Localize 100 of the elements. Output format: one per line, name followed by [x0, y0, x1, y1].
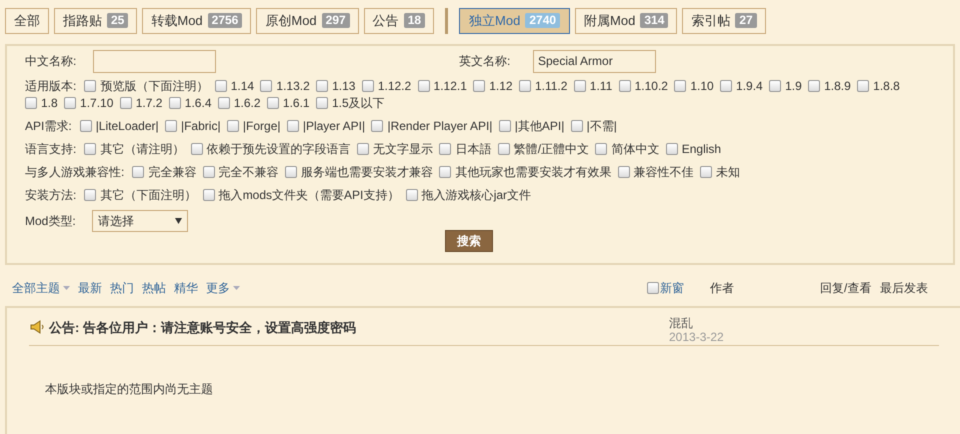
checkbox[interactable]: [439, 143, 452, 155]
checkbox[interactable]: [371, 120, 384, 132]
filter-link[interactable]: 热门: [110, 279, 134, 297]
option-label[interactable]: 1.13: [332, 79, 356, 93]
filter-link[interactable]: 最新: [78, 279, 102, 297]
option-label[interactable]: 繁體/正體中文: [514, 142, 590, 156]
filter-link[interactable]: 全部主题: [12, 279, 70, 297]
option-label[interactable]: 1.12: [489, 79, 513, 93]
option-label[interactable]: 1.6.4: [184, 96, 212, 110]
option-label[interactable]: 1.14: [230, 79, 254, 93]
option-label[interactable]: 完全兼容: [148, 165, 196, 179]
checkbox[interactable]: [218, 97, 230, 109]
checkbox[interactable]: [190, 143, 203, 155]
checkbox[interactable]: [132, 166, 144, 178]
checkbox[interactable]: [720, 80, 732, 92]
checkbox[interactable]: [418, 80, 430, 92]
option-label[interactable]: 预览版（下面注明）: [100, 79, 208, 93]
new-window-link[interactable]: 新窗: [660, 279, 684, 297]
checkbox[interactable]: [674, 80, 686, 92]
checkbox[interactable]: [769, 80, 782, 92]
search-button[interactable]: 搜索: [445, 230, 493, 252]
checkbox[interactable]: [498, 143, 510, 155]
option-label[interactable]: 1.6.1: [282, 96, 310, 110]
checkbox[interactable]: [357, 143, 370, 155]
option-label[interactable]: 其它（下面注明）: [100, 188, 196, 202]
forum-tab[interactable]: 指路贴 25: [54, 8, 138, 34]
option-label[interactable]: 未知: [716, 165, 740, 179]
filter-link[interactable]: 热帖: [142, 279, 166, 297]
checkbox[interactable]: [80, 120, 92, 132]
checkbox[interactable]: [666, 143, 678, 155]
option-label[interactable]: |Render Player API|: [387, 119, 492, 133]
checkbox[interactable]: [362, 80, 374, 92]
option-label[interactable]: 1.13.2: [276, 79, 310, 93]
checkbox[interactable]: [498, 120, 511, 132]
option-label[interactable]: 拖入游戏核心jar文件: [422, 188, 532, 202]
checkbox[interactable]: [857, 80, 870, 92]
option-label[interactable]: 拖入mods文件夹（需要API支持）: [218, 188, 400, 202]
option-label[interactable]: 服务端也需要安装才兼容: [301, 165, 434, 179]
forum-tab[interactable]: 公告 18: [364, 8, 434, 34]
checkbox[interactable]: [164, 120, 177, 132]
option-label[interactable]: |Fabric|: [180, 119, 221, 133]
checkbox[interactable]: [84, 143, 96, 155]
checkbox[interactable]: [25, 97, 37, 109]
forum-tab[interactable]: 转载Mod 2756: [142, 8, 252, 34]
checkbox[interactable]: [202, 166, 215, 178]
forum-tab[interactable]: 附属Mod 314: [575, 8, 678, 34]
option-label[interactable]: 1.12.2: [378, 79, 412, 93]
option-label[interactable]: 1.7.10: [80, 96, 114, 110]
option-label[interactable]: English: [682, 142, 722, 156]
checkbox[interactable]: [84, 80, 96, 92]
option-label[interactable]: 1.6.2: [234, 96, 261, 110]
option-label[interactable]: 1.9.4: [736, 79, 763, 93]
option-label[interactable]: 1.7.2: [136, 96, 162, 110]
mod-type-select[interactable]: 请选择: [92, 210, 188, 232]
checkbox[interactable]: [84, 189, 96, 201]
option-label[interactable]: 1.11: [590, 79, 612, 93]
checkbox[interactable]: [214, 80, 227, 92]
checkbox[interactable]: [120, 97, 132, 109]
option-label[interactable]: 其他玩家也需要安装才有效果: [455, 165, 612, 179]
option-label[interactable]: 1.8.9: [824, 79, 851, 93]
option-label[interactable]: 简体中文: [611, 142, 660, 156]
checkbox[interactable]: [618, 166, 630, 178]
option-label[interactable]: |Player API|: [302, 119, 366, 133]
checkbox[interactable]: [316, 97, 328, 109]
checkbox[interactable]: [286, 120, 299, 132]
announcement-title[interactable]: 公告: 告各位用户：请注意账号安全，设置高强度密码: [49, 318, 669, 345]
checkbox[interactable]: [647, 282, 659, 294]
option-label[interactable]: 1.10: [690, 79, 714, 93]
option-label[interactable]: 兼容性不佳: [634, 165, 694, 179]
checkbox[interactable]: [518, 80, 531, 92]
forum-tab[interactable]: 全部: [5, 8, 49, 34]
checkbox[interactable]: [570, 120, 583, 132]
checkbox[interactable]: [439, 166, 452, 178]
option-label[interactable]: 1.11.2: [534, 79, 568, 93]
option-label[interactable]: 依赖于预先设置的字段语言: [206, 142, 351, 156]
filter-link[interactable]: 精华: [174, 279, 198, 297]
forum-tab[interactable]: 独立Mod 2740: [459, 8, 570, 34]
checkbox[interactable]: [226, 120, 239, 132]
option-label[interactable]: 1.8: [41, 96, 58, 110]
option-label[interactable]: 1.9: [785, 79, 802, 93]
input-field[interactable]: [93, 50, 216, 72]
checkbox[interactable]: [574, 80, 586, 92]
option-label[interactable]: 完全不兼容: [218, 165, 279, 179]
option-label[interactable]: 日本語: [455, 142, 492, 156]
author-name[interactable]: 混乱: [669, 316, 724, 330]
option-label[interactable]: 1.12.1: [434, 79, 467, 93]
checkbox[interactable]: [618, 80, 631, 92]
input-field[interactable]: Special Armor: [533, 50, 656, 72]
checkbox[interactable]: [595, 143, 608, 155]
checkbox[interactable]: [700, 166, 712, 178]
checkbox[interactable]: [316, 80, 328, 92]
option-label[interactable]: 1.8.8: [873, 79, 900, 93]
option-label[interactable]: 无文字显示: [373, 142, 434, 156]
checkbox[interactable]: [202, 189, 215, 201]
checkbox[interactable]: [808, 80, 820, 92]
option-label[interactable]: |Forge|: [242, 119, 280, 133]
checkbox[interactable]: [406, 189, 418, 201]
forum-tab[interactable]: 索引帖 27: [682, 8, 766, 34]
option-label[interactable]: 其它（请注明）: [100, 142, 184, 156]
forum-tab[interactable]: 原创Mod 297: [256, 8, 359, 34]
